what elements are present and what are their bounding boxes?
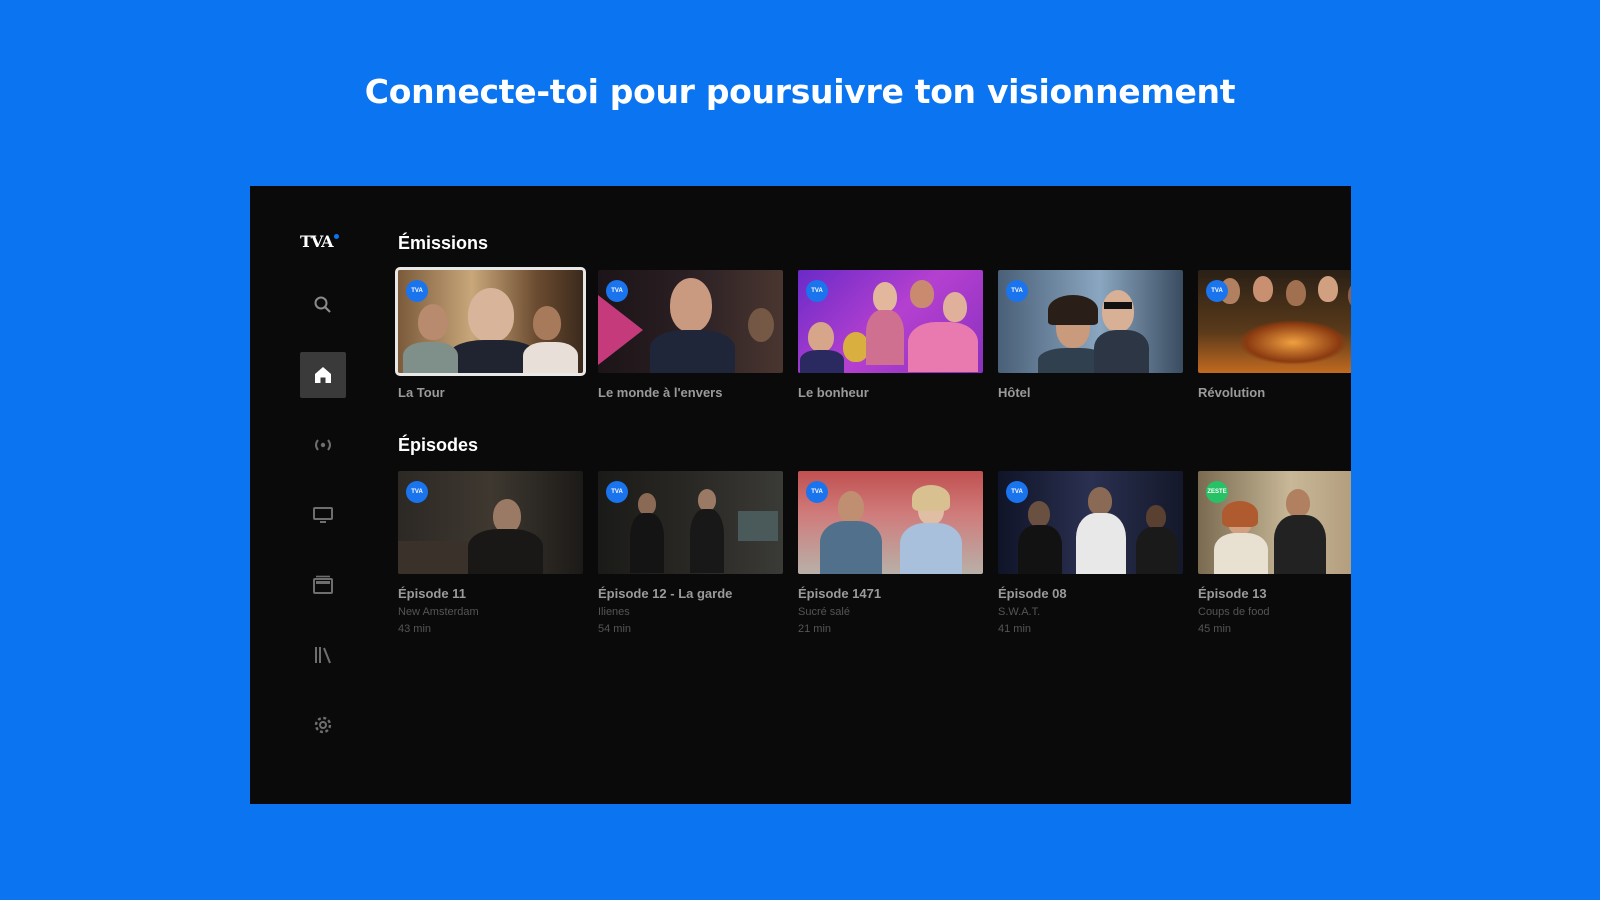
episode-title: Épisode 1471	[798, 586, 882, 601]
channel-badge: TVA	[806, 280, 828, 302]
show-thumbnail: TVA	[395, 267, 586, 376]
nav-search[interactable]	[300, 282, 346, 328]
emissions-row: TVA La Tour TVA Le monde à l'envers TVA …	[395, 267, 1351, 450]
nav-home[interactable]	[300, 352, 346, 398]
episode-card[interactable]: ZESTE Épisode 13 Coups de food 45 min	[1198, 471, 1351, 635]
episode-title: Épisode 12 - La garde	[598, 586, 733, 601]
episode-thumbnail: TVA	[798, 471, 983, 574]
episode-show: Ilienes	[598, 606, 630, 618]
show-title: Révolution	[1198, 385, 1266, 400]
show-title: Hôtel	[998, 385, 1031, 400]
show-card[interactable]: TVA Révolution	[1198, 270, 1351, 400]
channel-badge: TVA	[606, 481, 628, 503]
nav-live[interactable]	[300, 422, 346, 468]
episode-card[interactable]: TVA Épisode 12 - La garde Ilienes 54 min	[598, 471, 783, 635]
tv-icon	[313, 507, 333, 523]
episode-duration: 21 min	[798, 623, 832, 635]
video-library-icon	[313, 575, 333, 594]
nav-tv[interactable]	[300, 492, 346, 538]
show-title: La Tour	[398, 385, 445, 400]
channel-badge: TVA	[1006, 481, 1028, 503]
show-card[interactable]: TVA Le monde à l'envers	[598, 270, 783, 400]
channel-badge: TVA	[406, 481, 428, 503]
episode-duration: 41 min	[998, 623, 1032, 635]
episode-show: S.W.A.T.	[998, 606, 1041, 618]
home-icon	[315, 367, 331, 383]
episode-thumbnail: ZESTE	[1198, 471, 1351, 574]
tv-screen: TVA Émissions TVA La Tour TVA Le monde à…	[250, 186, 1351, 804]
show-title: Le bonheur	[798, 385, 869, 400]
show-thumbnail: TVA	[798, 270, 983, 373]
episode-title: Épisode 13	[1198, 586, 1267, 601]
show-card[interactable]: TVA La Tour	[395, 267, 586, 400]
nav-library[interactable]	[300, 632, 346, 678]
channel-badge: TVA	[806, 481, 828, 503]
episode-card[interactable]: TVA Épisode 1471 Sucré salé 21 min	[798, 471, 983, 635]
section-title-emissions: Émissions	[398, 233, 489, 253]
show-thumbnail: TVA	[598, 270, 783, 373]
nav-video-library[interactable]	[300, 562, 346, 608]
episode-show: Coups de food	[1198, 606, 1270, 618]
show-thumbnail: TVA	[1198, 270, 1351, 373]
episode-show: New Amsterdam	[398, 606, 479, 618]
channel-badge: TVA	[1006, 280, 1028, 302]
episode-thumbnail: TVA	[398, 471, 583, 574]
episode-duration: 43 min	[398, 623, 432, 635]
episode-thumbnail: TVA	[998, 471, 1183, 574]
channel-badge: TVA	[1206, 280, 1228, 302]
show-card[interactable]: TVA Le bonheur	[798, 270, 983, 400]
library-icon	[315, 647, 331, 664]
episode-duration: 45 min	[1198, 623, 1232, 635]
episode-card[interactable]: TVA Épisode 11 New Amsterdam 43 min	[398, 471, 583, 635]
channel-badge: ZESTE	[1206, 481, 1228, 503]
episode-card[interactable]: TVA Épisode 08 S.W.A.T. 41 min	[998, 471, 1183, 635]
show-card[interactable]: TVA Hôtel	[998, 270, 1183, 400]
episode-thumbnail: TVA	[598, 471, 783, 574]
episode-title: Épisode 11	[398, 586, 466, 601]
tva-logo: TVA	[300, 232, 348, 252]
content-area: Émissions TVA La Tour TVA Le monde à l'e…	[395, 186, 1351, 804]
episodes-row: TVA Épisode 11 New Amsterdam 43 min TVA …	[398, 471, 1351, 651]
live-icon	[315, 439, 331, 451]
headline: Connecte-toi pour poursuivre ton visionn…	[364, 72, 1236, 111]
nav-settings[interactable]	[300, 702, 346, 748]
gear-icon	[314, 716, 332, 734]
show-title: Le monde à l'envers	[598, 385, 723, 400]
search-icon	[314, 296, 331, 313]
channel-badge: TVA	[606, 280, 628, 302]
channel-badge: TVA	[406, 280, 428, 302]
sidebar: TVA	[250, 186, 380, 804]
show-thumbnail: TVA	[998, 270, 1183, 373]
section-title-episodes: Épisodes	[398, 435, 479, 455]
episode-show: Sucré salé	[798, 606, 850, 618]
episode-duration: 54 min	[598, 623, 632, 635]
episode-title: Épisode 08	[998, 586, 1067, 601]
